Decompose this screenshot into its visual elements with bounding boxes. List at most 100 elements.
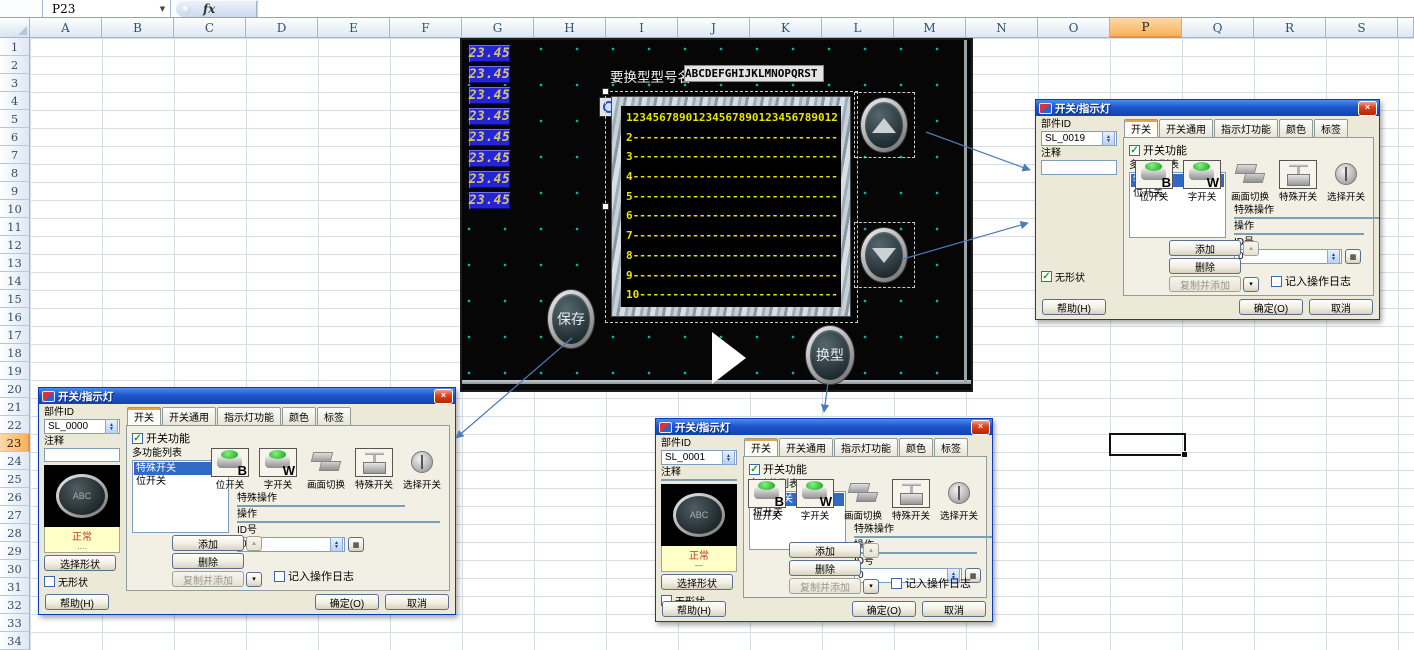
dropdown-button[interactable]: ▾ [863, 579, 879, 594]
bit-switch-tile[interactable]: B 位开关 [1132, 160, 1176, 203]
move-up-button[interactable]: ▴ [1243, 241, 1259, 256]
numeric-display[interactable]: 23.45 [468, 128, 511, 147]
dialog-titlebar[interactable]: 开关/指示灯 × [1036, 100, 1379, 116]
ok-button[interactable]: 确定(O) [315, 594, 379, 610]
file-item-list[interactable]: 123456789012345678901234567890122-------… [612, 97, 850, 316]
row-header-8[interactable]: 8 [0, 164, 30, 182]
tab-label[interactable]: 标签 [317, 407, 351, 426]
log-operation-checkbox-box[interactable] [1271, 276, 1282, 287]
switch-function-checkbox-box[interactable] [132, 433, 143, 444]
word-switch-tile[interactable]: W 字开关 [1180, 160, 1224, 203]
no-shape-checkbox-box[interactable] [1041, 271, 1052, 282]
bit-switch-tile[interactable]: B 位开关 [745, 479, 789, 522]
row-header-9[interactable]: 9 [0, 182, 30, 200]
column-header-J[interactable]: J [678, 18, 750, 38]
log-operation-checkbox[interactable]: 记入操作日志 [274, 568, 354, 584]
column-header-G[interactable]: G [462, 18, 534, 38]
column-header-H[interactable]: H [534, 18, 606, 38]
tab-lamp-function[interactable]: 指示灯功能 [217, 407, 281, 426]
part-id-spinner[interactable]: ▲▼ [1102, 131, 1115, 146]
tab-switch[interactable]: 开关 [127, 407, 161, 426]
column-header-A[interactable]: A [30, 18, 102, 38]
column-header-E[interactable]: E [318, 18, 390, 38]
move-up-button[interactable]: ▴ [863, 543, 879, 558]
row-header-12[interactable]: 12 [0, 236, 30, 254]
close-icon[interactable]: × [434, 389, 453, 404]
help-button[interactable]: 帮助(H) [1042, 299, 1106, 315]
row-header-23[interactable]: 23 [0, 434, 30, 452]
switch-function-checkbox[interactable]: 开关功能 [132, 430, 444, 446]
scroll-down-button[interactable] [861, 228, 907, 282]
close-icon[interactable]: × [971, 420, 990, 435]
column-header-P[interactable]: P [1110, 18, 1182, 38]
select-switch-tile[interactable]: 选择开关 [937, 479, 981, 522]
column-header-Q[interactable]: Q [1182, 18, 1254, 38]
add-button[interactable]: 添加 [789, 542, 861, 558]
row-header-24[interactable]: 24 [0, 452, 30, 470]
log-operation-checkbox-box[interactable] [891, 578, 902, 589]
numeric-display[interactable]: 23.45 [468, 149, 511, 168]
row-header-7[interactable]: 7 [0, 146, 30, 164]
operation-select[interactable]: 传输 内部寄存器 -> SRAM ▼ [237, 521, 440, 523]
ok-button[interactable]: 确定(O) [852, 601, 916, 617]
log-operation-checkbox-box[interactable] [274, 571, 285, 582]
row-header-30[interactable]: 30 [0, 560, 30, 578]
insert-function-area[interactable]: fx [176, 1, 257, 17]
row-header-16[interactable]: 16 [0, 308, 30, 326]
tab-color[interactable]: 颜色 [282, 407, 316, 426]
no-shape-checkbox[interactable]: 无形状 [44, 574, 120, 589]
select-switch-tile[interactable]: 选择开关 [400, 448, 444, 491]
tab-switch-common[interactable]: 开关通用 [779, 438, 833, 457]
formula-input[interactable] [257, 0, 1414, 17]
screen-change-tile[interactable]: 画面切换 [304, 448, 348, 491]
row-header-1[interactable]: 1 [0, 38, 30, 56]
column-header-N[interactable]: N [966, 18, 1038, 38]
row-header-19[interactable]: 19 [0, 362, 30, 380]
dropdown-button[interactable]: ▾ [1243, 277, 1259, 292]
log-operation-checkbox[interactable]: 记入操作日志 [1271, 273, 1351, 289]
move-up-button[interactable]: ▴ [246, 536, 262, 551]
column-header-B[interactable]: B [102, 18, 174, 38]
row-header-34[interactable]: 34 [0, 632, 30, 650]
dropdown-button[interactable]: ▾ [246, 572, 262, 587]
special-op-select[interactable]: 文件项目开关 ▼ [854, 536, 993, 538]
row-header-4[interactable]: 4 [0, 92, 30, 110]
column-header-I[interactable]: I [606, 18, 678, 38]
numeric-display[interactable]: 23.45 [468, 107, 511, 126]
part-id-spinner[interactable]: ▲▼ [722, 450, 735, 465]
cancel-button[interactable]: 取消 [922, 601, 986, 617]
column-header-O[interactable]: O [1038, 18, 1110, 38]
row-header-5[interactable]: 5 [0, 110, 30, 128]
close-icon[interactable]: × [1358, 101, 1377, 116]
column-header-S[interactable]: S [1326, 18, 1398, 38]
tab-switch-common[interactable]: 开关通用 [1159, 119, 1213, 138]
tab-switch[interactable]: 开关 [1124, 119, 1158, 138]
part-id-spinner[interactable]: ▲▼ [105, 419, 118, 434]
delete-button[interactable]: 删除 [789, 560, 861, 576]
add-button[interactable]: 添加 [1169, 240, 1241, 256]
screen-change-tile[interactable]: 画面切换 [841, 479, 885, 522]
column-header-L[interactable]: L [822, 18, 894, 38]
cancel-button[interactable]: 取消 [1309, 299, 1373, 315]
row-header-28[interactable]: 28 [0, 524, 30, 542]
column-header-M[interactable]: M [894, 18, 966, 38]
column-header-C[interactable]: C [174, 18, 246, 38]
play-triangle[interactable] [712, 332, 746, 384]
comment-input[interactable] [1041, 160, 1117, 175]
no-shape-checkbox[interactable]: 无形状 [1041, 269, 1117, 284]
select-shape-button[interactable]: 选择形状 [44, 555, 116, 571]
comment-input[interactable] [44, 448, 120, 462]
dialog-titlebar[interactable]: 开关/指示灯 × [39, 388, 455, 404]
comment-input[interactable] [661, 479, 737, 481]
part-id-field[interactable]: SL_0019 ▲▼ [1041, 131, 1117, 146]
row-header-6[interactable]: 6 [0, 128, 30, 146]
special-switch-tile[interactable]: 特殊开关 [352, 448, 396, 491]
row-header-13[interactable]: 13 [0, 254, 30, 272]
switch-function-checkbox[interactable]: 开关功能 [749, 461, 981, 477]
word-switch-tile[interactable]: W 字开关 [256, 448, 300, 491]
tab-color[interactable]: 颜色 [899, 438, 933, 457]
delete-button[interactable]: 删除 [1169, 258, 1241, 274]
tab-lamp-function[interactable]: 指示灯功能 [834, 438, 898, 457]
hmi-screen[interactable]: 23.4523.4523.4523.4523.4523.4523.4523.45… [460, 38, 973, 392]
row-header-27[interactable]: 27 [0, 506, 30, 524]
